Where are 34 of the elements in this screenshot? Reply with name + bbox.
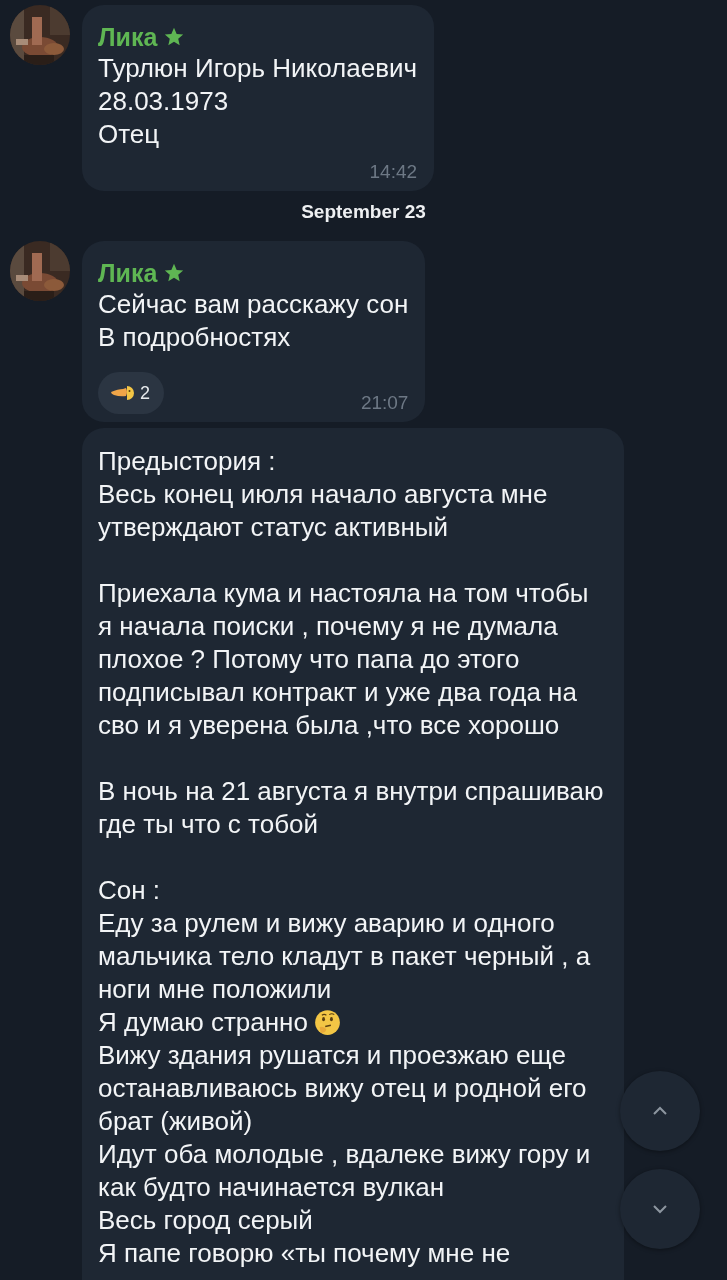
message-time: 14:42 — [368, 160, 418, 183]
message-line: мальчика тело кладут в пакет черный , а — [98, 940, 591, 973]
message-line: В ночь на 21 августа я внутри спрашиваю — [98, 775, 604, 808]
reaction-button[interactable]: 2 — [98, 372, 164, 414]
message-line: Весь город серый — [98, 1204, 313, 1237]
message-line: Сон : — [98, 874, 161, 907]
message-line: Сейчас вам расскажу сон — [98, 288, 409, 321]
message-line: Еду за рулем и вижу аварию и одного — [98, 907, 555, 940]
message-line: я начала поиски , почему я не думала — [98, 610, 558, 643]
message-line: как будто начинается вулкан — [98, 1171, 445, 1204]
message-line: где ты что с тобой — [98, 808, 318, 841]
message-line: сво и я уверена была ,что все хорошо — [98, 709, 560, 742]
pointing-hand-icon — [110, 383, 136, 403]
message-line: останавливаюсь вижу отец и родной его — [98, 1072, 587, 1105]
sender-name[interactable]: Лика — [98, 258, 158, 288]
message-line: утверждают статус активный — [98, 511, 448, 544]
message-line: плохое ? Потому что папа до этого — [98, 643, 520, 676]
sender-name[interactable]: Лика — [98, 22, 158, 52]
message-line: В подробностях — [98, 321, 291, 354]
message-line: Я папе говорю «ты почему мне не — [98, 1237, 511, 1270]
message-line: Весь конец июля начало августа мне — [98, 478, 548, 511]
message-line: брат (живой) — [98, 1105, 253, 1138]
message-line: Турлюн Игорь Николаевич — [98, 52, 418, 85]
date-separator: September 23 — [301, 201, 426, 223]
message-time: 21:07 — [359, 391, 409, 414]
message-line: Отец — [98, 118, 160, 151]
message-line: ноги мне положили — [98, 973, 332, 1006]
message-line: подписывал контракт и уже два года на — [98, 676, 577, 709]
message-line: Предыстория : — [98, 445, 276, 478]
message-line: Идут оба молодые , вдалеке вижу гору и — [98, 1138, 591, 1171]
message-line: Вижу здания рушатся и проезжаю еще — [98, 1039, 566, 1072]
message-line: Я думаю странно — [98, 1006, 308, 1039]
message-line: 28.03.1973 — [98, 85, 229, 118]
message-line: Приехала кума и настояла на том чтобы — [98, 577, 589, 610]
